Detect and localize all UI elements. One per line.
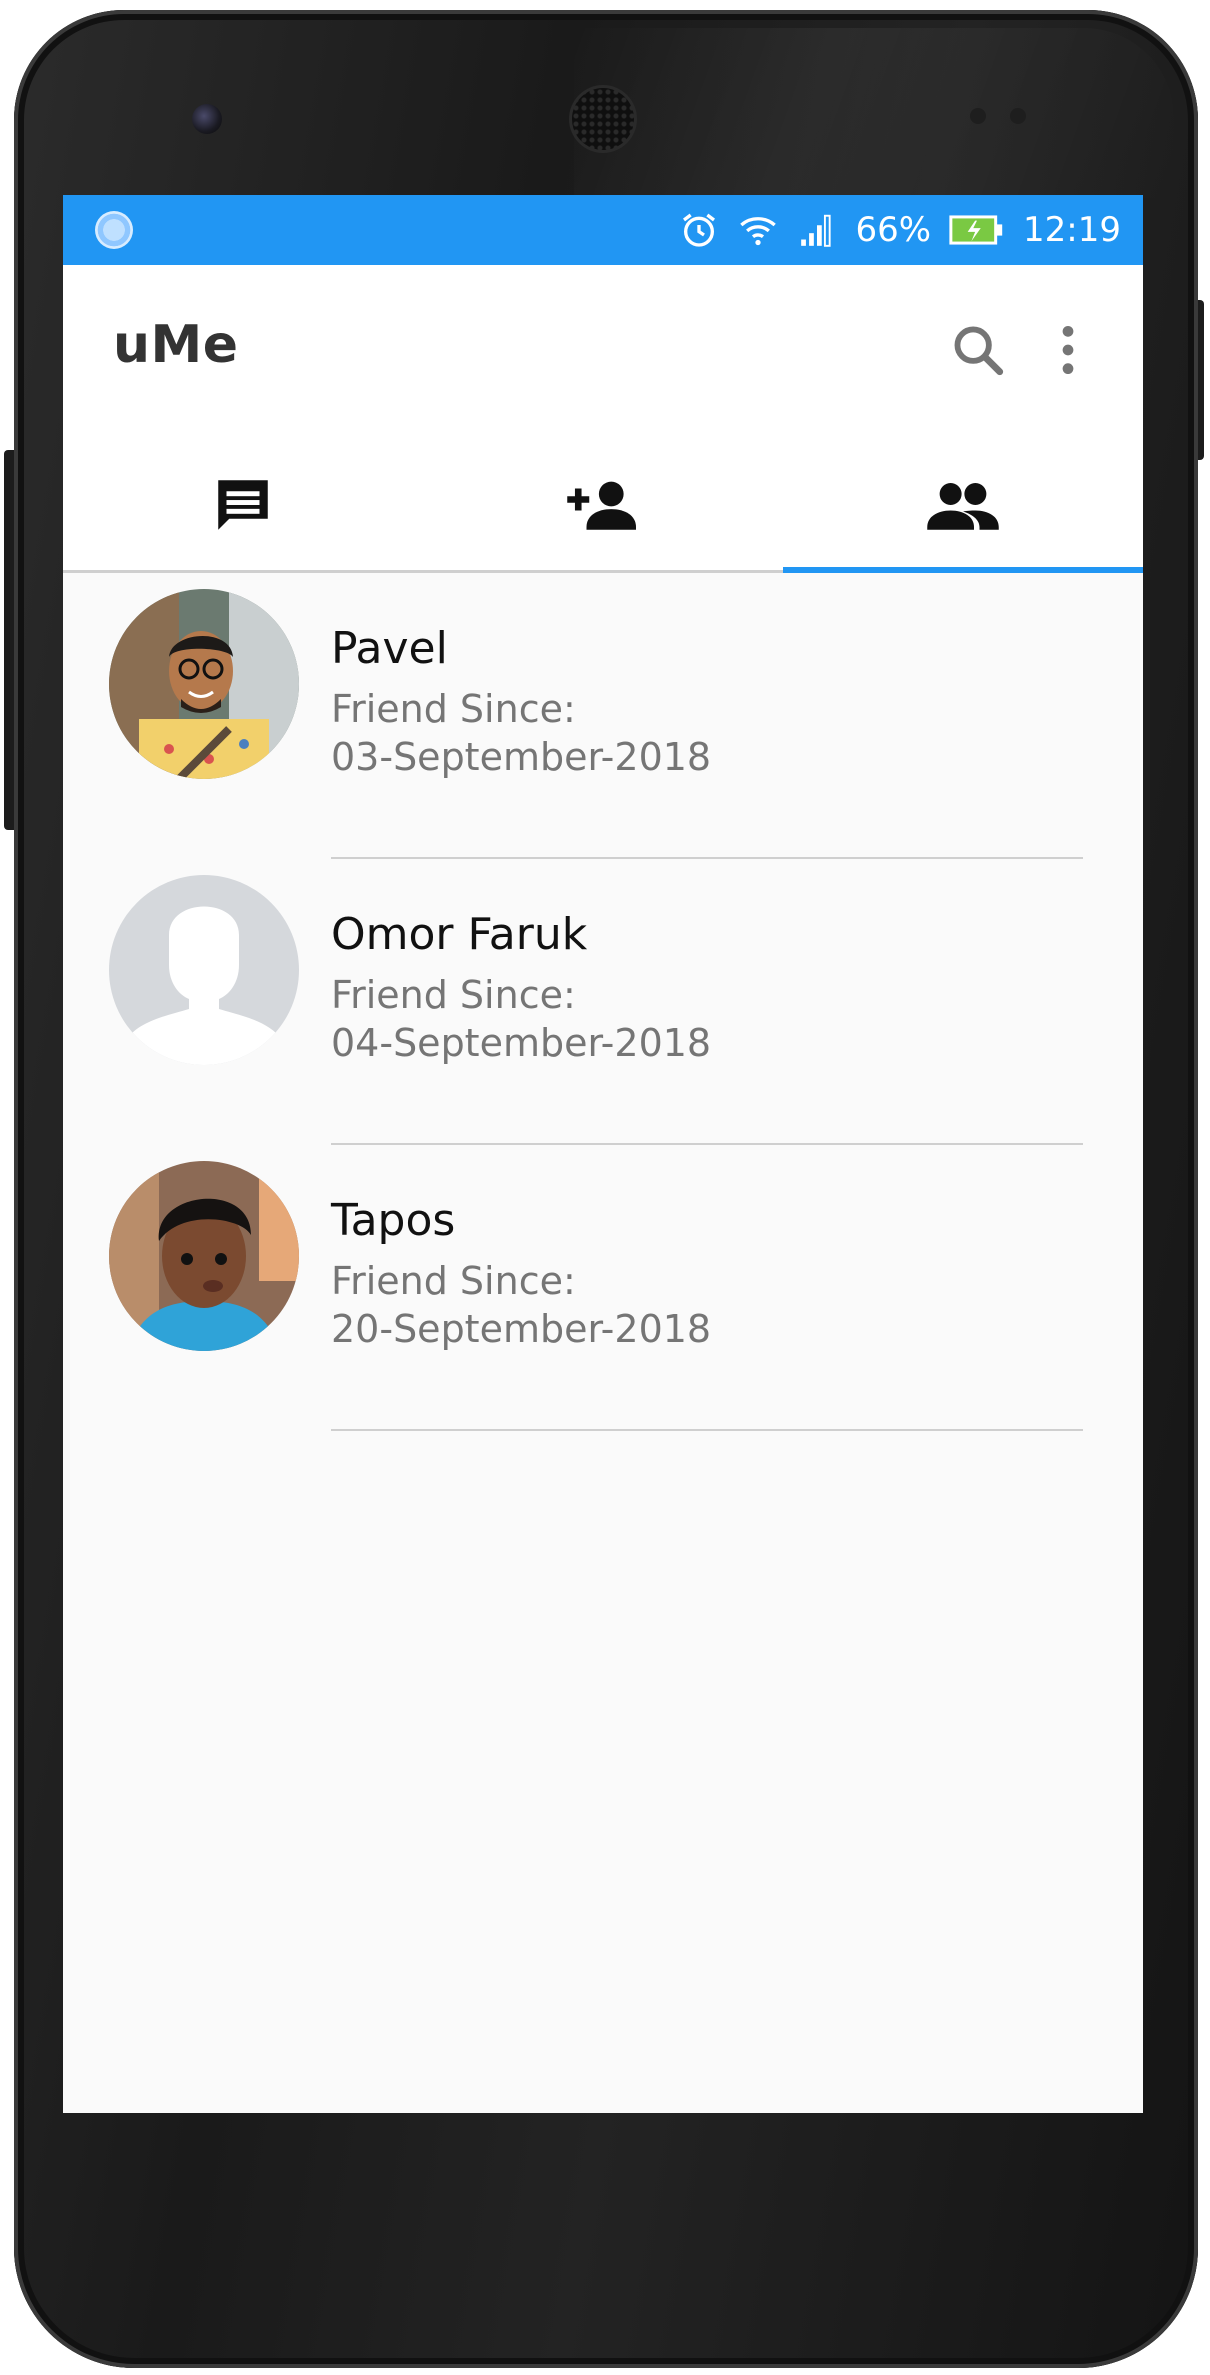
tab-chats[interactable] (63, 440, 423, 570)
people-icon (927, 483, 999, 530)
alarm-icon (679, 210, 719, 250)
friend-since-date: 03-September-2018 (331, 735, 712, 779)
friend-since-label: Friend Since: (331, 687, 576, 731)
friend-since-date: 04-September-2018 (331, 1021, 712, 1065)
friend-since-date: 20-September-2018 (331, 1307, 712, 1351)
friend-since: Friend Since: 04-September-2018 (331, 971, 711, 1067)
friend-since: Friend Since: 20-September-2018 (331, 1257, 711, 1353)
device-frame-canvas: 66% 12:19 uMe Pavel Friend Since: 03-Sep… (0, 0, 1210, 2375)
avatar (109, 589, 299, 779)
light-sensor (1010, 108, 1026, 124)
app-bar: uMe (63, 265, 1143, 440)
chat-icon (218, 480, 268, 530)
status-time: 12:19 (1023, 210, 1121, 250)
app-screen: 66% 12:19 uMe Pavel Friend Since: 03-Sep… (63, 195, 1143, 2113)
loading-icon (95, 211, 133, 249)
battery-percent: 66% (855, 210, 932, 250)
friends-list: Pavel Friend Since: 03-September-2018 Om… (63, 573, 1143, 1431)
more-vert-icon (1062, 325, 1074, 375)
list-item[interactable]: Pavel Friend Since: 03-September-2018 (63, 573, 1143, 859)
wifi-icon (737, 210, 779, 250)
tab-friends[interactable] (783, 440, 1143, 573)
friend-since-label: Friend Since: (331, 973, 576, 1017)
list-divider (331, 1429, 1083, 1431)
signal-icon (797, 211, 837, 249)
avatar (109, 1161, 299, 1351)
avatar-placeholder-icon (109, 875, 299, 1065)
earpiece-speaker (572, 88, 634, 150)
list-item[interactable]: Omor Faruk Friend Since: 04-September-20… (63, 859, 1143, 1145)
status-right-group: 66% 12:19 (679, 195, 1121, 265)
more-options-button[interactable] (1033, 315, 1103, 385)
search-icon (954, 326, 1004, 376)
status-bar: 66% 12:19 (63, 195, 1143, 265)
app-title: uMe (113, 315, 239, 375)
friend-name: Pavel (331, 623, 448, 674)
tab-bar (63, 440, 1143, 573)
battery-charging-icon (949, 212, 1005, 248)
friend-name: Tapos (331, 1195, 456, 1246)
tab-requests[interactable] (423, 440, 783, 570)
phone-gloss (574, 28, 1174, 198)
proximity-sensor (970, 108, 986, 124)
search-button[interactable] (943, 315, 1013, 385)
person-add-icon (567, 481, 636, 530)
friend-since-label: Friend Since: (331, 1259, 576, 1303)
front-camera (192, 104, 222, 134)
friend-since: Friend Since: 03-September-2018 (331, 685, 711, 781)
friend-name: Omor Faruk (331, 909, 588, 960)
list-item[interactable]: Tapos Friend Since: 20-September-2018 (63, 1145, 1143, 1431)
